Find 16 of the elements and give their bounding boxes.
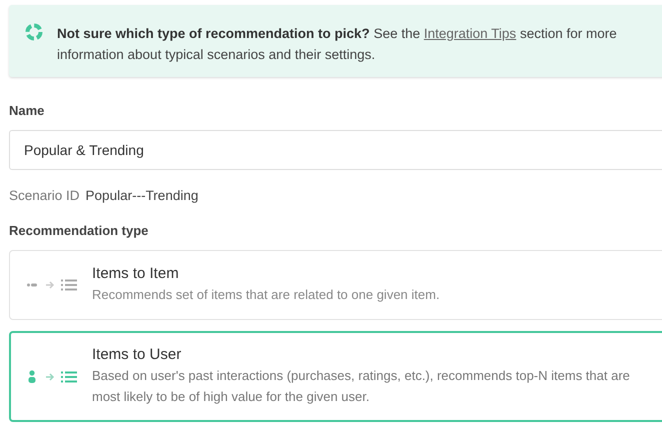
- banner-text: Not sure which type of recommendation to pick? See the Integration Tips section for more information about typical scenarios and their settings.: [57, 25, 618, 64]
- scenario-id-value: Popular---Trending: [86, 188, 198, 203]
- field-label: Recommendation type: [9, 223, 148, 238]
- integration-tips-link[interactable]: Integration Tips: [424, 26, 516, 41]
- item-to-list-icon: [26, 277, 78, 293]
- recommendation-type-option[interactable]: Items to User Based on user's past interactions (purchases, ratings, etc.), recommends top-N items that are most likely to be of high value for the given user.: [9, 331, 662, 422]
- field-label: Scenario ID: [9, 188, 80, 203]
- option-title: Items to User: [92, 346, 182, 363]
- user-to-list-icon: [26, 368, 78, 384]
- option-title: Items to Item: [92, 265, 180, 282]
- name-field[interactable]: Popular & Trending: [9, 130, 662, 170]
- lifebuoy-icon: [25, 23, 43, 41]
- option-description: Based on user's past interactions (purchases, ratings, etc.), recommends top-N items that are most likely to be of high value for the given user.: [92, 367, 631, 406]
- option-description: Recommends set of items that are related to one given item.: [92, 286, 441, 304]
- field-label: Name: [9, 103, 44, 118]
- recommendation-type-option[interactable]: Items to Item Recommends set of items that are related to one given item.: [9, 250, 662, 320]
